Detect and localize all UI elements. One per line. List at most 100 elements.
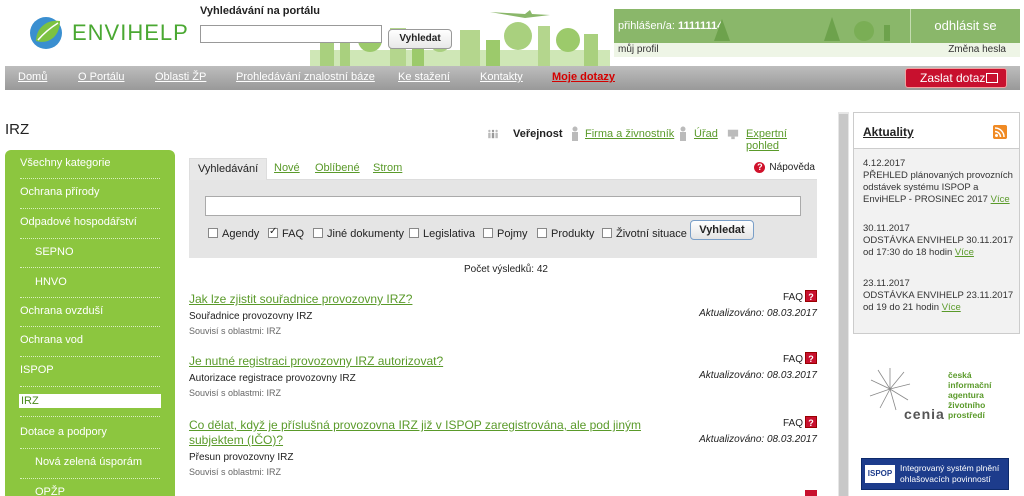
news-date: 23.11.2017 [863, 278, 910, 289]
sidebar-divider [20, 478, 160, 479]
sidebar-item-all-categories[interactable]: Všechny kategorie [20, 157, 111, 169]
result-count: Počet výsledků: 42 [464, 264, 548, 275]
audience-expert[interactable]: Expertní pohled [746, 128, 822, 152]
rss-icon[interactable] [993, 125, 1007, 139]
result-item: Je nutné registraci provozovny IRZ autor… [189, 352, 817, 404]
sidebar-divider [20, 208, 160, 209]
audience-public[interactable]: Veřejnost [513, 128, 563, 140]
result-title-link[interactable]: Jak lze zjistit souřadnice provozovny IR… [189, 292, 659, 307]
checkbox-terms[interactable] [483, 228, 493, 238]
checkbox-products[interactable] [537, 228, 547, 238]
checkbox-legislation[interactable] [409, 228, 419, 238]
result-title-link[interactable]: Je nutné registraci provozovny IRZ autor… [189, 354, 659, 369]
checkbox-life-situations[interactable] [602, 228, 612, 238]
sidebar-item-green-savings[interactable]: Nová zelená úsporám [35, 456, 142, 468]
filter-life-situations[interactable]: Životní situace [602, 228, 687, 240]
filter-other-docs[interactable]: Jiné dokumenty [313, 228, 404, 240]
ispop-banner-link[interactable]: ISPOP Integrovaný systém plnění ohlašova… [861, 458, 1009, 490]
filter-products-label: Produkty [551, 228, 595, 240]
help-link[interactable]: ? Nápověda [754, 162, 815, 173]
sidebar-divider [20, 297, 160, 298]
login-strip: můj profil Změna hesla [614, 43, 1020, 57]
filter-faq-label: FAQ [282, 228, 305, 240]
nav-knowledge-base[interactable]: Prohledávání znalostní báze [236, 71, 375, 83]
tab-tree[interactable]: Strom [373, 162, 402, 174]
help-icon: ? [754, 162, 766, 173]
portal-search-button[interactable]: Vyhledat [388, 29, 452, 49]
news-more-link[interactable]: Více [955, 247, 974, 258]
result-item: Jak lze zjistit souřadnice provozovny IR… [189, 290, 817, 342]
kb-search-input[interactable] [205, 196, 801, 216]
nav-contacts[interactable]: Kontakty [480, 71, 523, 83]
result-subtitle: Souřadnice provozovny IRZ [189, 311, 313, 322]
logged-in-label: přihlášen/a: [618, 20, 675, 32]
checkbox-other-docs[interactable] [313, 228, 323, 238]
sidebar-item-ispop[interactable]: ISPOP [20, 364, 54, 376]
checkbox-faq[interactable] [268, 226, 278, 238]
send-question-label: Zaslat dotaz [920, 71, 986, 85]
cenia-logo-link[interactable]: česká informační agentura životního pros… [868, 366, 1008, 426]
sidebar-item-water-protection[interactable]: Ochrana vod [20, 334, 83, 346]
scrollbar-thumb[interactable] [839, 114, 848, 496]
nav-downloads[interactable]: Ke stažení [398, 71, 450, 83]
sidebar-divider [20, 386, 160, 387]
header: ENVIHELP Vyhledávání na portálu Vyhledat… [0, 0, 1024, 66]
logout-button[interactable]: odhlásit se [910, 9, 1020, 43]
audience-business[interactable]: Firma a živnostník [585, 128, 674, 140]
news-more-link[interactable]: Více [991, 194, 1010, 205]
audience-switch: Veřejnost Firma a živnostník Úřad Expert… [487, 126, 822, 152]
filter-products[interactable]: Produkty [537, 228, 594, 240]
content-scrollbar[interactable] [838, 112, 849, 496]
sidebar-item-hnvo[interactable]: HNVO [35, 276, 67, 288]
news-box: Aktuality 4.12.2017 PŘEHLED plánovaných … [853, 112, 1020, 334]
filter-legislation[interactable]: Legislativa [409, 228, 475, 240]
result-areas-label: Souvisí s oblastmi: [189, 388, 265, 398]
portal-search-input[interactable] [200, 25, 382, 43]
result-areas: Souvisí s oblastmi: IRZ [189, 388, 281, 398]
sidebar-item-air-protection[interactable]: Ochrana ovzduší [20, 305, 103, 317]
result-subtitle: Přesun provozovny IRZ [189, 452, 294, 463]
business-person-icon [572, 126, 578, 141]
sidebar-item-irz[interactable]: IRZ [19, 394, 161, 408]
public-people-icon [488, 129, 498, 139]
tab-favorites[interactable]: Oblíbené [315, 162, 360, 174]
checkbox-agendas[interactable] [208, 228, 218, 238]
tab-search[interactable]: Vyhledávání [189, 158, 268, 181]
news-text: ODSTÁVKA ENVIHELP 30.11.2017 od 17:30 do… [863, 235, 1014, 258]
tab-new[interactable]: Nové [274, 162, 300, 174]
result-area-link[interactable]: IRZ [267, 388, 282, 398]
result-title-link[interactable]: Co dělat, když je příslušná provozovna I… [189, 418, 659, 448]
kb-search-button[interactable]: Vyhledat [690, 220, 754, 240]
cenia-line: česká [948, 370, 972, 380]
news-title[interactable]: Aktuality [863, 125, 914, 139]
nav-areas[interactable]: Oblasti ŽP [155, 71, 206, 83]
sidebar-item-sepno[interactable]: SEPNO [35, 246, 74, 258]
cenia-line: informační [948, 380, 992, 390]
sidebar-item-nature-protection[interactable]: Ochrana přírody [20, 186, 99, 198]
logo[interactable]: ENVIHELP [28, 15, 189, 51]
news-more-link[interactable]: Více [942, 302, 961, 313]
result-area-link[interactable]: IRZ [267, 326, 282, 336]
result-areas-label: Souvisí s oblastmi: [189, 467, 265, 477]
filter-faq[interactable]: FAQ [268, 226, 305, 240]
my-profile-link[interactable]: můj profil [618, 44, 659, 55]
sidebar-item-waste-management[interactable]: Odpadové hospodářství [20, 216, 137, 228]
nav-my-questions[interactable]: Moje dotazy [552, 71, 615, 83]
audience-office[interactable]: Úřad [694, 128, 718, 140]
send-question-button[interactable]: Zaslat dotaz [905, 68, 1007, 88]
nav-home[interactable]: Domů [18, 71, 47, 83]
news-date: 30.11.2017 [863, 223, 910, 234]
expert-monitor-icon [727, 129, 739, 140]
filter-terms[interactable]: Pojmy [483, 228, 528, 240]
news-item: 30.11.2017 ODSTÁVKA ENVIHELP 30.11.2017 … [863, 223, 1015, 259]
nav-about[interactable]: O Portálu [78, 71, 124, 83]
sidebar-item-opzp[interactable]: OPŽP [35, 486, 65, 496]
portal-search: Vyhledávání na portálu Vyhledat [200, 5, 460, 49]
filter-other-docs-label: Jiné dokumenty [327, 228, 405, 240]
sidebar-item-grants[interactable]: Dotace a podpory [20, 426, 107, 438]
filter-terms-label: Pojmy [497, 228, 528, 240]
change-password-link[interactable]: Změna hesla [948, 44, 1006, 55]
result-area-link[interactable]: IRZ [267, 467, 282, 477]
help-label: Nápověda [769, 162, 815, 173]
filter-agendas[interactable]: Agendy [208, 228, 259, 240]
